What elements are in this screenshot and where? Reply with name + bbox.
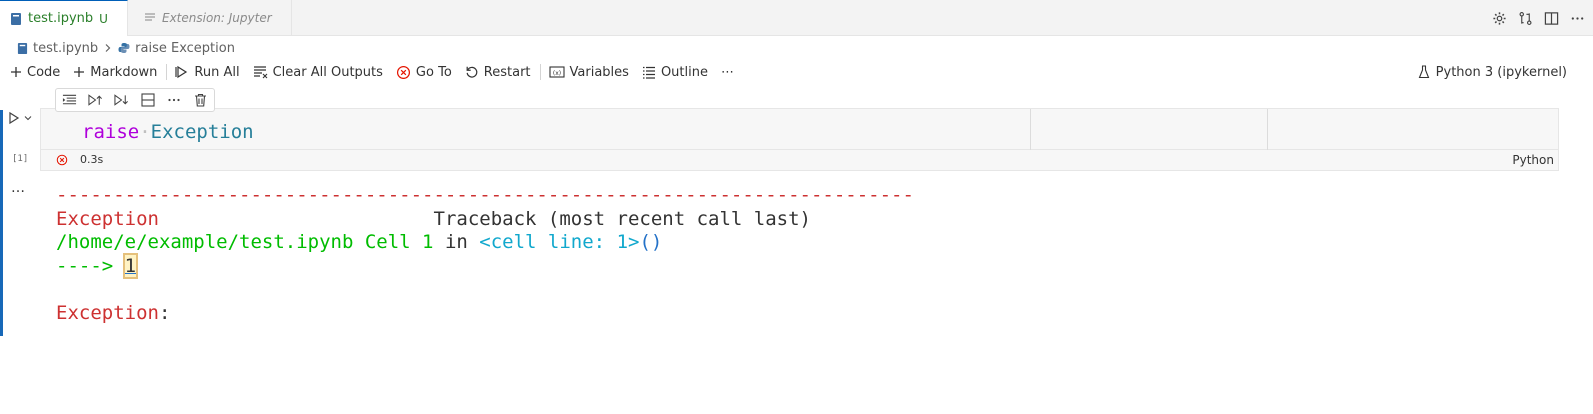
traceback-arrow-line: ----> 1 <box>56 252 914 279</box>
cell-execution-status: 0.3s <box>56 153 103 166</box>
run-by-line-icon[interactable] <box>61 92 77 108</box>
tab-label: test.ipynb <box>28 11 94 26</box>
variables-label: Variables <box>569 64 629 80</box>
chevron-right-icon <box>103 43 113 53</box>
plus-icon <box>73 66 85 78</box>
traceback-line-number[interactable]: 1 <box>122 252 139 279</box>
execution-duration: 0.3s <box>80 153 104 166</box>
exception-final-line: Exception: <box>56 302 914 326</box>
editor-tab-bar: test.ipynb U Extension: Jupyter <box>0 0 1593 36</box>
traceback-arrow: ----> <box>56 254 125 277</box>
go-to-label: Go To <box>415 64 452 80</box>
traceback-header-line: Exception Traceback (most recent call la… <box>56 208 914 232</box>
plus-icon <box>10 66 22 78</box>
preview-lines-icon <box>144 12 156 24</box>
notebook-file-icon <box>17 42 28 55</box>
execute-below-icon[interactable] <box>114 92 130 108</box>
toolbar-more-button[interactable]: ⋯ <box>717 61 738 83</box>
breadcrumb-file-label: test.ipynb <box>33 40 99 56</box>
run-all-label: Run All <box>194 64 240 80</box>
cell-language-picker[interactable]: Python <box>1512 153 1554 167</box>
breadcrumb-file[interactable]: test.ipynb <box>17 41 98 56</box>
traceback-title: Traceback (most recent call last) <box>433 207 812 230</box>
traceback-paren: () <box>639 231 663 253</box>
kernel-flask-icon <box>1418 65 1430 79</box>
add-code-label: Code <box>27 64 61 80</box>
breadcrumb: test.ipynb raise Exception <box>0 38 1593 58</box>
restart-button[interactable]: Restart <box>461 61 535 83</box>
error-circle-icon <box>56 154 68 166</box>
exception-colon: : <box>158 301 171 324</box>
code-line[interactable]: raise·Exception <box>82 120 254 144</box>
breadcrumb-symbol-label: raise Exception <box>135 40 235 56</box>
run-all-icon <box>175 65 189 79</box>
code-editor[interactable] <box>40 108 1559 150</box>
split-cell-icon[interactable] <box>140 92 156 108</box>
outline-button[interactable]: Outline <box>638 61 712 83</box>
gear-icon[interactable] <box>1491 10 1507 26</box>
add-markdown-label: Markdown <box>90 64 158 80</box>
add-markdown-cell-button[interactable]: Markdown <box>69 61 161 83</box>
traceback-in: in <box>444 231 468 253</box>
cell-toolbar <box>55 88 215 112</box>
clear-all-outputs-button[interactable]: Clear All Outputs <box>249 61 387 83</box>
traceback-path-link[interactable]: /home/e/example/test.ipynb Cell 1 <box>56 231 434 253</box>
clear-outputs-label: Clear All Outputs <box>272 64 383 80</box>
python-icon <box>118 42 130 54</box>
variables-icon: (x) <box>548 65 565 79</box>
tab-label: Extension: Jupyter <box>162 11 272 25</box>
variables-button[interactable]: (x) Variables <box>545 61 633 83</box>
exception-name: Exception <box>56 207 159 230</box>
tab-test-ipynb[interactable]: test.ipynb U <box>0 0 128 36</box>
whitespace-dot: · <box>139 121 151 143</box>
editor-ruler <box>1030 109 1031 150</box>
execution-count: [1] <box>12 154 29 164</box>
traceback-location-line: /home/e/example/test.ipynb Cell 1 in <ce… <box>56 231 914 255</box>
chevron-down-icon[interactable] <box>24 114 32 122</box>
clear-outputs-icon <box>253 65 268 79</box>
restart-icon <box>465 65 479 79</box>
outline-label: Outline <box>660 64 708 80</box>
svg-text:(x): (x) <box>552 70 560 77</box>
add-code-cell-button[interactable]: Code <box>6 61 64 83</box>
notebook-file-icon <box>10 12 22 26</box>
traceback-separator: ----------------------------------------… <box>56 184 914 206</box>
traceback-cell-line: <cell line: 1> <box>479 231 640 253</box>
compare-changes-icon[interactable] <box>1517 10 1533 26</box>
play-icon <box>8 111 20 125</box>
go-to-button[interactable]: Go To <box>392 61 456 83</box>
output-more-button[interactable]: … <box>11 180 26 196</box>
cell-output: ----------------------------------------… <box>56 184 914 325</box>
code-class-name: Exception <box>150 121 254 143</box>
cell-focus-indicator <box>0 110 3 336</box>
editor-ruler <box>1267 109 1268 150</box>
run-all-button[interactable]: Run All <box>171 61 243 83</box>
kernel-label: Python 3 (ipykernel) <box>1435 64 1567 80</box>
tab-extension-jupyter[interactable]: Extension: Jupyter <box>130 0 292 36</box>
kernel-picker[interactable]: Python 3 (ipykernel) <box>1418 60 1567 84</box>
tab-git-status: U <box>99 11 108 26</box>
outline-list-icon <box>642 65 656 79</box>
execute-above-icon[interactable] <box>87 92 103 108</box>
cell-more-icon[interactable] <box>166 92 182 108</box>
restart-label: Restart <box>483 64 531 80</box>
run-cell-button[interactable] <box>8 110 32 126</box>
toolbar-divider <box>539 64 541 80</box>
notebook-toolbar: Code Markdown Run All Clear All Outputs … <box>0 60 1593 84</box>
breadcrumb-symbol[interactable]: raise Exception <box>118 41 235 56</box>
toolbar-divider <box>166 64 168 80</box>
split-editor-icon[interactable] <box>1543 10 1559 26</box>
code-keyword: raise <box>82 121 140 143</box>
exception-final-name: Exception <box>56 301 159 324</box>
cell-status-bar <box>40 150 1559 171</box>
more-icon: ⋯ <box>720 64 734 80</box>
editor-actions <box>1491 0 1585 36</box>
delete-cell-icon[interactable] <box>193 92 209 108</box>
error-circle-icon <box>396 65 411 80</box>
more-actions-icon[interactable] <box>1569 10 1585 26</box>
